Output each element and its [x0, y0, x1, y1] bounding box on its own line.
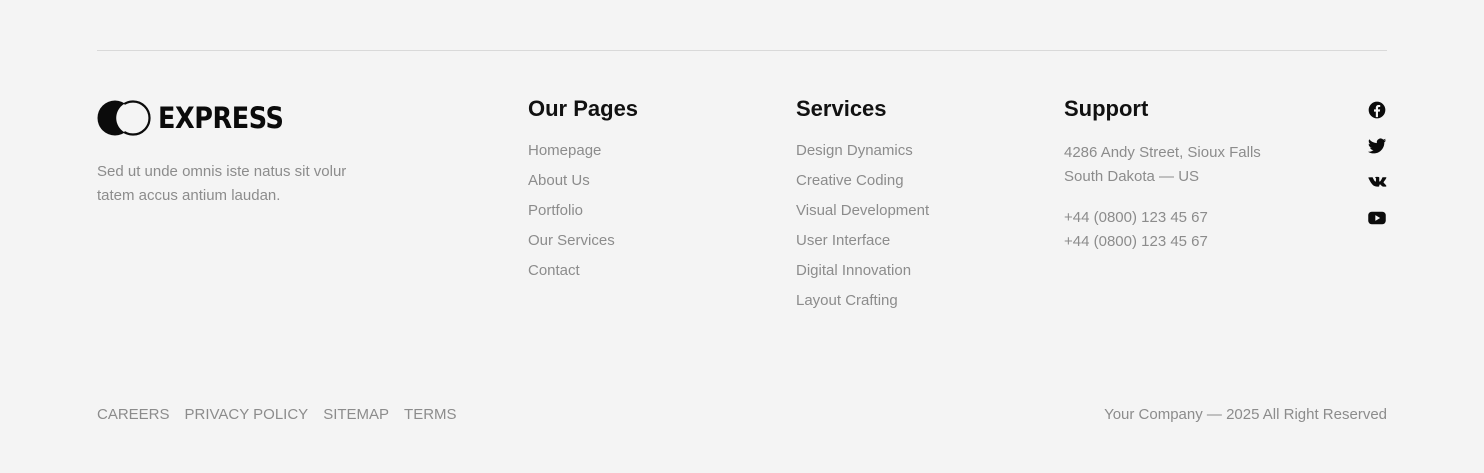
nav-link-about-us[interactable]: About Us: [528, 166, 638, 196]
services-column: Services Design Dynamics Creative Coding…: [796, 94, 929, 316]
interlocking-circles-logo-icon: [97, 100, 151, 136]
phone-number-1[interactable]: +44 (0800) 123 45 67: [1064, 206, 1261, 230]
our-pages-heading: Our Pages: [528, 96, 639, 121]
footer-top-divider: [97, 50, 1387, 51]
address-line-1: 4286 Andy Street, Sioux Falls: [1064, 144, 1261, 161]
service-link-creative-coding[interactable]: Creative Coding: [796, 166, 929, 196]
service-link-user-interface[interactable]: User Interface: [796, 226, 929, 256]
address-line-2: South Dakota — US: [1064, 168, 1200, 185]
social-links: [1367, 100, 1387, 244]
facebook-icon[interactable]: [1367, 100, 1387, 120]
brand-name: EXPRESS: [158, 101, 284, 135]
twitter-icon[interactable]: [1367, 136, 1387, 156]
nav-link-our-services[interactable]: Our Services: [528, 226, 638, 256]
privacy-policy-link[interactable]: PRIVACY POLICY: [185, 404, 309, 426]
youtube-icon[interactable]: [1367, 208, 1387, 228]
our-pages-column: Our Pages Homepage About Us Portfolio Ou…: [528, 94, 638, 286]
terms-link[interactable]: TERMS: [404, 404, 457, 426]
careers-link[interactable]: CAREERS: [97, 404, 170, 426]
brand-tagline: Sed ut unde omnis iste natus sit volur t…: [97, 163, 347, 204]
phone-number-2[interactable]: +44 (0800) 123 45 67: [1064, 230, 1261, 254]
copyright-text: Your Company — 2025 All Right Reserved: [1104, 406, 1387, 423]
brand-logo[interactable]: EXPRESS: [97, 100, 301, 136]
sitemap-link[interactable]: SITEMAP: [323, 404, 389, 426]
support-column: Support 4286 Andy Street, Sioux Falls So…: [1064, 94, 1261, 254]
support-phones: +44 (0800) 123 45 67 +44 (0800) 123 45 6…: [1064, 206, 1261, 254]
support-address: 4286 Andy Street, Sioux Falls South Dako…: [1064, 141, 1261, 189]
nav-link-contact[interactable]: Contact: [528, 256, 638, 286]
service-link-visual-development[interactable]: Visual Development: [796, 196, 929, 226]
vk-icon[interactable]: [1367, 172, 1387, 192]
service-link-design-dynamics[interactable]: Design Dynamics: [796, 136, 929, 166]
support-heading: Support: [1064, 96, 1149, 121]
nav-link-portfolio[interactable]: Portfolio: [528, 196, 638, 226]
legal-links: CAREERS PRIVACY POLICY SITEMAP TERMS: [97, 404, 472, 426]
nav-link-homepage[interactable]: Homepage: [528, 136, 638, 166]
services-heading: Services: [796, 96, 887, 121]
service-link-layout-crafting[interactable]: Layout Crafting: [796, 286, 929, 316]
service-link-digital-innovation[interactable]: Digital Innovation: [796, 256, 929, 286]
